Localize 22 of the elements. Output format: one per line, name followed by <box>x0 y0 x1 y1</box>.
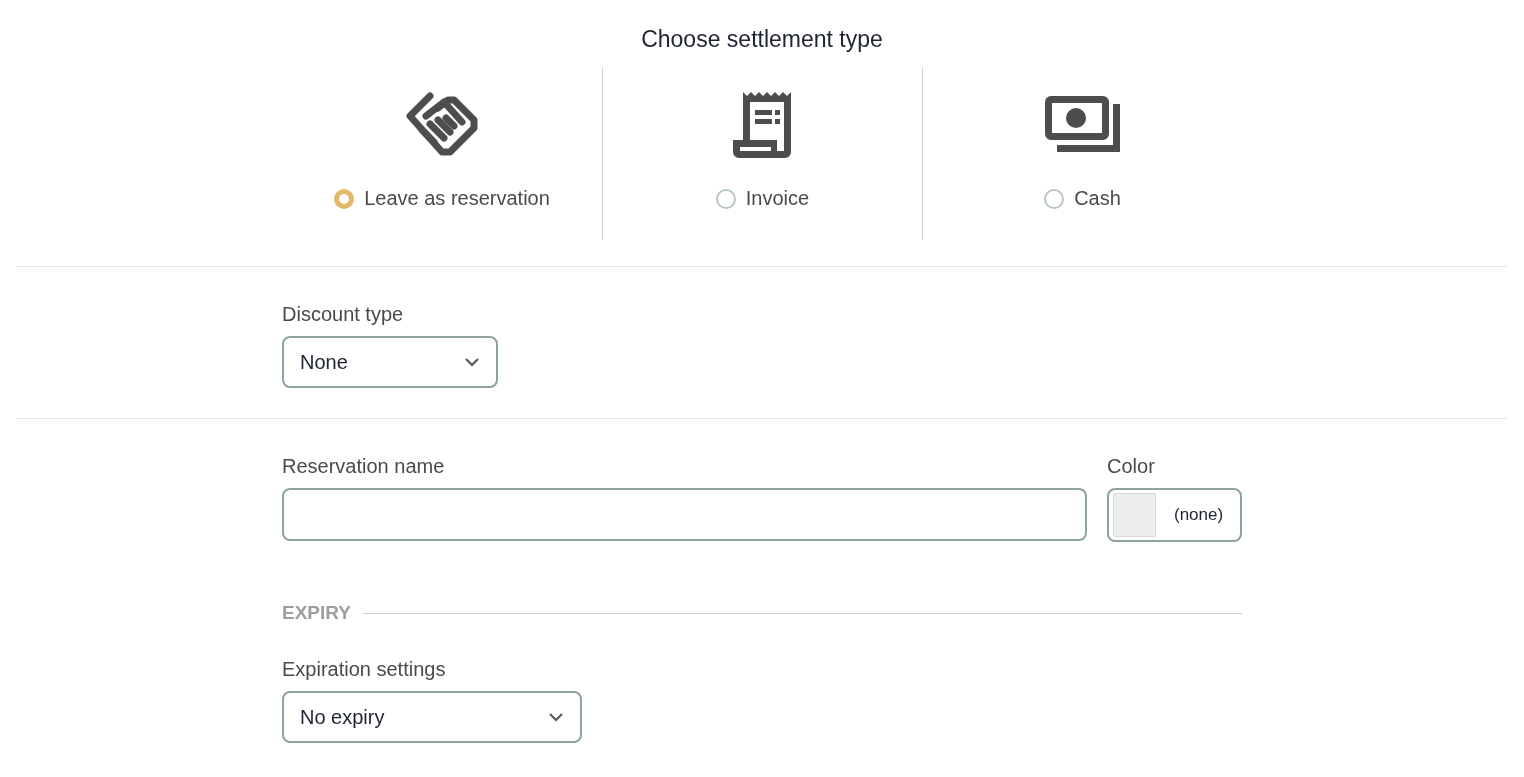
field-label: Color <box>1107 455 1156 478</box>
radio-dot[interactable] <box>1044 188 1065 209</box>
caret-icon <box>464 357 480 367</box>
page-title: Choose settlement type <box>641 26 883 53</box>
field-label: Reservation name <box>282 455 446 478</box>
radio-dot[interactable] <box>715 188 736 209</box>
caret-icon <box>548 712 564 722</box>
radio-label: Invoice <box>745 187 810 210</box>
discount-select[interactable]: None <box>282 336 498 388</box>
field-label: Discount type <box>282 303 405 326</box>
radio-label: Cash <box>1074 187 1121 210</box>
color-value: (none) <box>1174 505 1224 525</box>
settlement-radio[interactable]: Invoice <box>715 187 810 210</box>
expiry-select[interactable]: No expiry <box>282 691 582 743</box>
field-label: Expiration settings <box>282 658 447 681</box>
reservation-name-field[interactable] <box>282 488 1087 541</box>
cash-icon <box>1044 96 1121 154</box>
radio-dot[interactable] <box>334 188 355 209</box>
color-picker[interactable]: (none) <box>1107 488 1242 542</box>
settlement-radio[interactable]: Cash <box>1044 187 1121 210</box>
section-heading: EXPIRY <box>282 602 351 624</box>
color-swatch <box>1113 493 1156 537</box>
